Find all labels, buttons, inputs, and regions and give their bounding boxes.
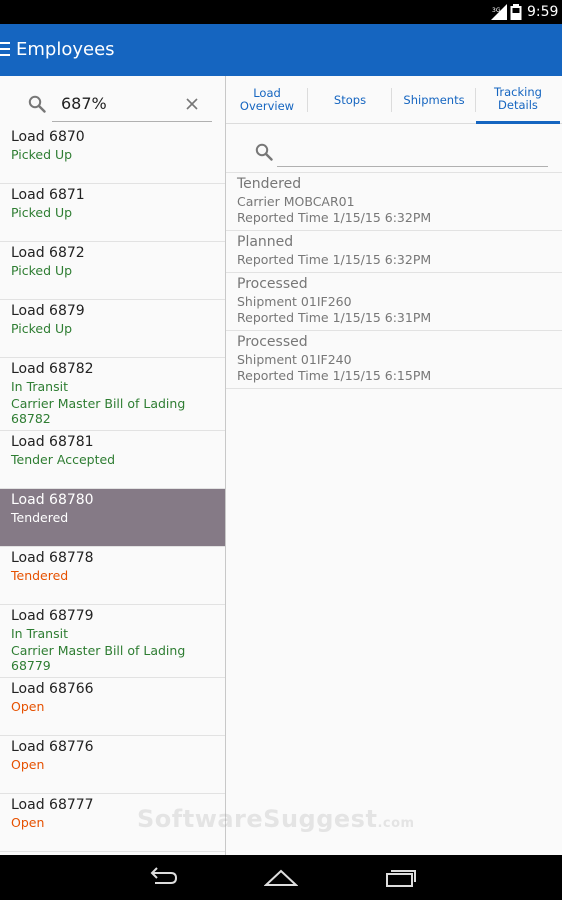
load-list-item[interactable]: Load 6872 Picked Up <box>0 242 225 300</box>
load-list-item[interactable]: Load 6870 Picked Up <box>0 126 225 184</box>
detail-tabs: Load Overview Stops Shipments Tracking Detail… <box>226 76 562 124</box>
hamburger-icon[interactable] <box>0 42 10 56</box>
tracking-status: Processed <box>237 276 308 292</box>
tab-shipments[interactable]: Shipments <box>392 76 476 124</box>
svg-text:3G: 3G <box>492 7 501 14</box>
app-bar: Employees <box>0 24 562 76</box>
load-name: Load 68778 <box>11 550 94 566</box>
load-list-item[interactable]: Load 68779 In Transit Carrier Master Bill … <box>0 605 225 678</box>
tab-label-line: Shipments <box>403 92 465 107</box>
tracking-event[interactable]: Tendered Carrier MOBCAR01 Reported Time 1/… <box>226 173 562 231</box>
close-icon[interactable] <box>184 96 200 112</box>
tab-label-line: Details <box>498 97 538 112</box>
load-name: Load 68782 <box>11 361 94 377</box>
load-status: Picked Up <box>11 147 73 162</box>
signal-icon: 3G <box>491 4 507 20</box>
load-name: Load 68766 <box>11 681 94 697</box>
tab-label: Tracking Details <box>494 84 542 112</box>
tracking-status: Tendered <box>237 176 302 192</box>
tracking-detail: Carrier MOBCAR01 <box>237 194 355 209</box>
watermark-logo: SoftwareSuggest.com <box>137 805 415 833</box>
load-list-pane: 687% Load 6870 Picked Up Load 6871 Picked U… <box>0 76 225 855</box>
battery-icon <box>510 4 522 20</box>
tracking-status: Processed <box>237 334 308 350</box>
load-status: Open <box>11 699 45 714</box>
load-status: In Transit <box>11 626 68 641</box>
load-status: Tendered <box>11 510 69 525</box>
load-status: Tendered <box>11 568 69 583</box>
tab-load-overview[interactable]: Load Overview <box>226 76 308 124</box>
tracking-detail: Shipment 01IF260 <box>237 294 352 309</box>
load-status: Tender Accepted <box>11 452 116 467</box>
search-icon <box>28 95 46 113</box>
load-list-item[interactable]: Load 68766 Open <box>0 678 225 736</box>
status-bar: 3G 9:59 <box>0 0 562 24</box>
load-name: Load 6871 <box>11 187 85 203</box>
recents-icon[interactable] <box>384 865 418 889</box>
load-list-item[interactable]: Load 68781 Tender Accepted <box>0 431 225 489</box>
search-icon <box>255 143 273 161</box>
tracking-time: Reported Time 1/15/15 6:31PM <box>237 310 432 325</box>
load-status: Picked Up <box>11 205 73 220</box>
status-clock: 9:59 <box>527 4 559 20</box>
load-status: In Transit <box>11 379 68 394</box>
tracking-detail: Shipment 01IF240 <box>237 352 352 367</box>
tracking-event[interactable]: Processed Shipment 01IF260 Reported Time 1… <box>226 273 562 331</box>
tracking-time: Reported Time 1/15/15 6:15PM <box>237 368 432 383</box>
load-status: Picked Up <box>11 321 73 336</box>
load-list-item[interactable]: Load 6871 Picked Up <box>0 184 225 242</box>
load-status: Picked Up <box>11 263 73 278</box>
load-list: Load 6870 Picked Up Load 6871 Picked Up Load… <box>0 126 225 852</box>
app-screen: 3G 9:59 Employees 687% Load 6870 Picked … <box>0 0 562 900</box>
tracking-status: Planned <box>237 234 294 250</box>
load-detail-number: 68779 <box>11 658 51 673</box>
load-list-item[interactable]: Load 68782 In Transit Carrier Master Bill … <box>0 358 225 431</box>
load-list-item[interactable]: Load 68780 Tendered <box>0 489 225 547</box>
tab-label-line: Stops <box>333 92 367 107</box>
tracking-event[interactable]: Planned Reported Time 1/15/15 6:32PM <box>226 231 562 273</box>
load-name: Load 6872 <box>11 245 85 261</box>
tab-tracking-details[interactable]: Tracking Details <box>476 76 560 124</box>
load-search-input[interactable]: 687% <box>52 92 212 122</box>
search-query: 687% <box>61 94 107 113</box>
load-name: Load 6870 <box>11 129 85 145</box>
tab-label: Shipments <box>403 92 465 107</box>
detail-pane: Load Overview Stops Shipments Tracking Detail… <box>226 76 562 855</box>
tab-label: Load Overview <box>240 87 294 113</box>
tracking-list: Tendered Carrier MOBCAR01 Reported Time 1/… <box>226 172 562 389</box>
tracking-time: Reported Time 1/15/15 6:32PM <box>237 210 432 225</box>
tab-label: Stops <box>333 92 367 107</box>
system-nav-bar <box>0 855 562 900</box>
load-detail: Carrier Master Bill of Lading <box>11 396 186 411</box>
tracking-search-bar <box>226 124 562 172</box>
load-list-item[interactable]: Load 6879 Picked Up <box>0 300 225 358</box>
home-icon[interactable] <box>264 865 298 889</box>
tracking-detail: Reported Time 1/15/15 6:32PM <box>237 252 432 267</box>
load-detail-number: 68782 <box>11 411 51 426</box>
load-name: Load 68776 <box>11 739 94 755</box>
load-detail: Carrier Master Bill of Lading <box>11 643 186 658</box>
load-name: Load 6879 <box>11 303 85 319</box>
app-title[interactable]: Employees <box>16 39 115 61</box>
load-name: Load 68781 <box>11 434 94 450</box>
tracking-event[interactable]: Processed Shipment 01IF240 Reported Time 1… <box>226 331 562 389</box>
load-status: Open <box>11 757 45 772</box>
tracking-search-input[interactable] <box>277 143 548 167</box>
tab-label-line: Overview <box>239 99 295 113</box>
load-name: Load 68779 <box>11 608 94 624</box>
load-list-item[interactable]: Load 68776 Open <box>0 736 225 794</box>
load-search-bar: 687% <box>0 76 225 126</box>
back-icon[interactable] <box>145 865 179 889</box>
tab-label-line: Tracking <box>494 84 542 99</box>
load-name: Load 68780 <box>11 492 94 508</box>
tab-stops[interactable]: Stops <box>308 76 392 124</box>
load-list-item[interactable]: Load 68778 Tendered <box>0 547 225 605</box>
